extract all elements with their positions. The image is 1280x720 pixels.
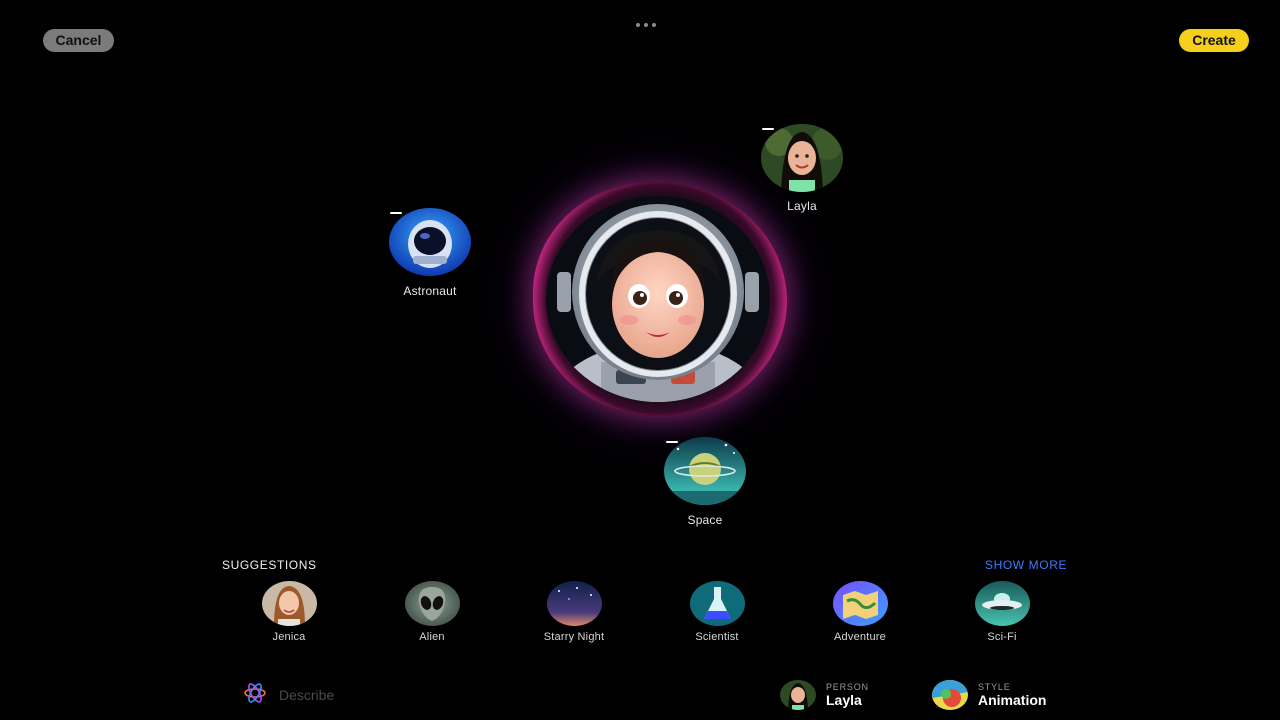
bubble-astronaut[interactable] bbox=[389, 208, 471, 276]
style-animation-icon bbox=[932, 680, 968, 710]
night-sky-icon bbox=[546, 581, 602, 626]
bubble-space-label: Space bbox=[687, 513, 723, 527]
flask-icon bbox=[689, 581, 745, 626]
describe-placeholder: Describe bbox=[279, 687, 335, 703]
show-more-link[interactable]: SHOW MORE bbox=[985, 558, 1067, 572]
style-value: Animation bbox=[978, 692, 1047, 708]
suggestion-adventure[interactable]: Adventure bbox=[800, 581, 920, 643]
suggestion-label: Alien bbox=[419, 631, 445, 643]
sparkle-atom-icon bbox=[243, 681, 267, 710]
person-value: Layla bbox=[826, 692, 862, 708]
remove-layla-icon[interactable] bbox=[762, 128, 774, 130]
suggestion-label: Starry Night bbox=[543, 631, 605, 643]
suggestion-label: Jenica bbox=[272, 631, 306, 643]
suggestion-jenica[interactable]: Jenica bbox=[229, 581, 349, 643]
describe-input[interactable]: Describe bbox=[243, 682, 334, 708]
remove-space-icon[interactable] bbox=[666, 441, 678, 443]
alien-icon bbox=[404, 581, 460, 626]
bubble-layla[interactable] bbox=[761, 124, 843, 192]
ufo-icon bbox=[974, 581, 1030, 626]
cancel-button[interactable]: Cancel bbox=[43, 29, 114, 52]
create-button[interactable]: Create bbox=[1179, 29, 1249, 52]
suggestion-starry-night[interactable]: Starry Night bbox=[514, 581, 634, 643]
person-selector[interactable]: PERSON Layla bbox=[780, 680, 869, 710]
person-avatar bbox=[780, 680, 816, 710]
suggestion-label: Sci-Fi bbox=[987, 631, 1017, 643]
remove-astronaut-icon[interactable] bbox=[390, 212, 402, 214]
suggestion-sci-fi[interactable]: Sci-Fi bbox=[942, 581, 1062, 643]
style-caption: STYLE bbox=[978, 682, 1011, 692]
suggestions-heading: SUGGESTIONS bbox=[222, 558, 317, 572]
suggestion-label: Scientist bbox=[695, 631, 739, 643]
map-icon bbox=[832, 581, 888, 626]
bubble-layla-label: Layla bbox=[787, 199, 817, 213]
bubble-space[interactable] bbox=[664, 437, 746, 505]
style-selector[interactable]: STYLE Animation bbox=[932, 680, 1046, 710]
generated-image[interactable] bbox=[541, 192, 775, 406]
suggestion-scientist[interactable]: Scientist bbox=[657, 581, 777, 643]
suggestion-alien[interactable]: Alien bbox=[372, 581, 492, 643]
person-caption: PERSON bbox=[826, 682, 869, 692]
suggestion-label: Adventure bbox=[834, 631, 886, 643]
bubble-astronaut-label: Astronaut bbox=[403, 284, 457, 298]
person-photo-icon bbox=[261, 581, 317, 626]
more-options-icon[interactable] bbox=[634, 20, 658, 30]
